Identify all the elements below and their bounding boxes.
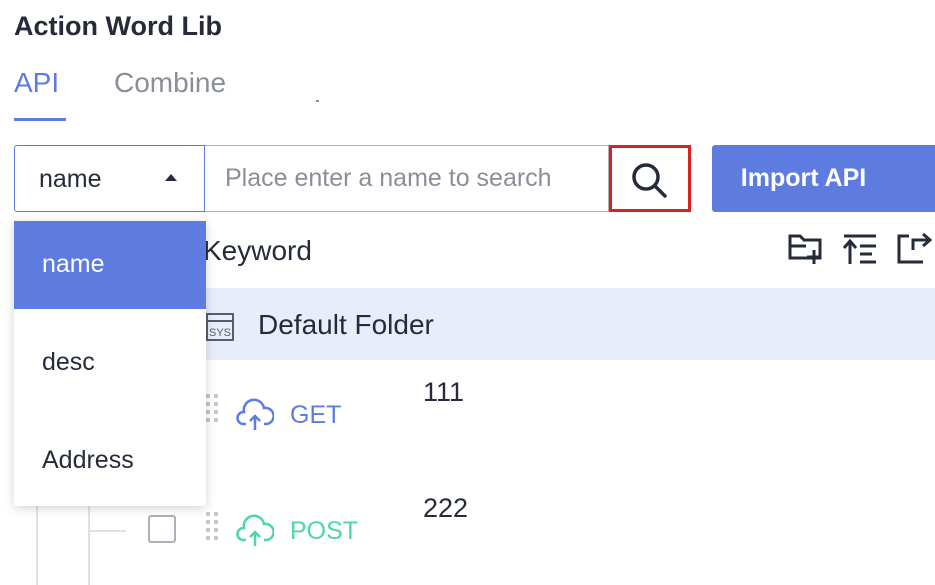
api-item-name[interactable]: 222 — [423, 490, 468, 526]
method-badge-post: POST — [290, 517, 359, 545]
tree-header-keyword: Keyword — [203, 235, 312, 266]
dropdown-option-address[interactable]: Address — [14, 417, 206, 505]
page-title: Action Word Lib — [14, 11, 222, 41]
sort-icon[interactable] — [840, 228, 880, 268]
folder-label: Default Folder — [258, 309, 434, 340]
drag-handle[interactable] — [206, 394, 222, 424]
tab-combine[interactable]: Combine — [114, 64, 226, 102]
dropdown-option-desc[interactable]: desc — [14, 319, 206, 407]
sys-folder-icon: SYS — [206, 313, 234, 341]
cloud-upload-icon — [236, 514, 274, 546]
search-button[interactable] — [609, 145, 691, 212]
search-input[interactable] — [205, 145, 609, 212]
divider-dot — [316, 100, 319, 102]
tab-api[interactable]: API — [14, 64, 59, 102]
tree-connector — [90, 530, 126, 532]
cloud-upload-icon — [236, 398, 274, 430]
tree-connector — [36, 506, 38, 585]
tree-connector — [88, 506, 90, 585]
export-icon[interactable] — [893, 228, 935, 268]
search-field-select[interactable]: name — [14, 145, 205, 212]
active-tab-indicator — [14, 118, 66, 121]
caret-up-icon — [165, 174, 177, 181]
search-field-dropdown: name desc Address — [14, 221, 206, 506]
item-checkbox[interactable] — [148, 515, 176, 543]
api-item-name[interactable]: 111 — [423, 374, 464, 410]
drag-handle[interactable] — [206, 512, 222, 542]
search-field-select-value: name — [39, 165, 102, 193]
dropdown-option-name[interactable]: name — [14, 221, 206, 309]
new-folder-icon[interactable] — [786, 228, 826, 268]
search-icon — [632, 163, 667, 198]
method-badge-get: GET — [290, 401, 342, 429]
svg-text:SYS: SYS — [209, 327, 231, 339]
import-api-button[interactable]: Import API — [712, 145, 935, 212]
